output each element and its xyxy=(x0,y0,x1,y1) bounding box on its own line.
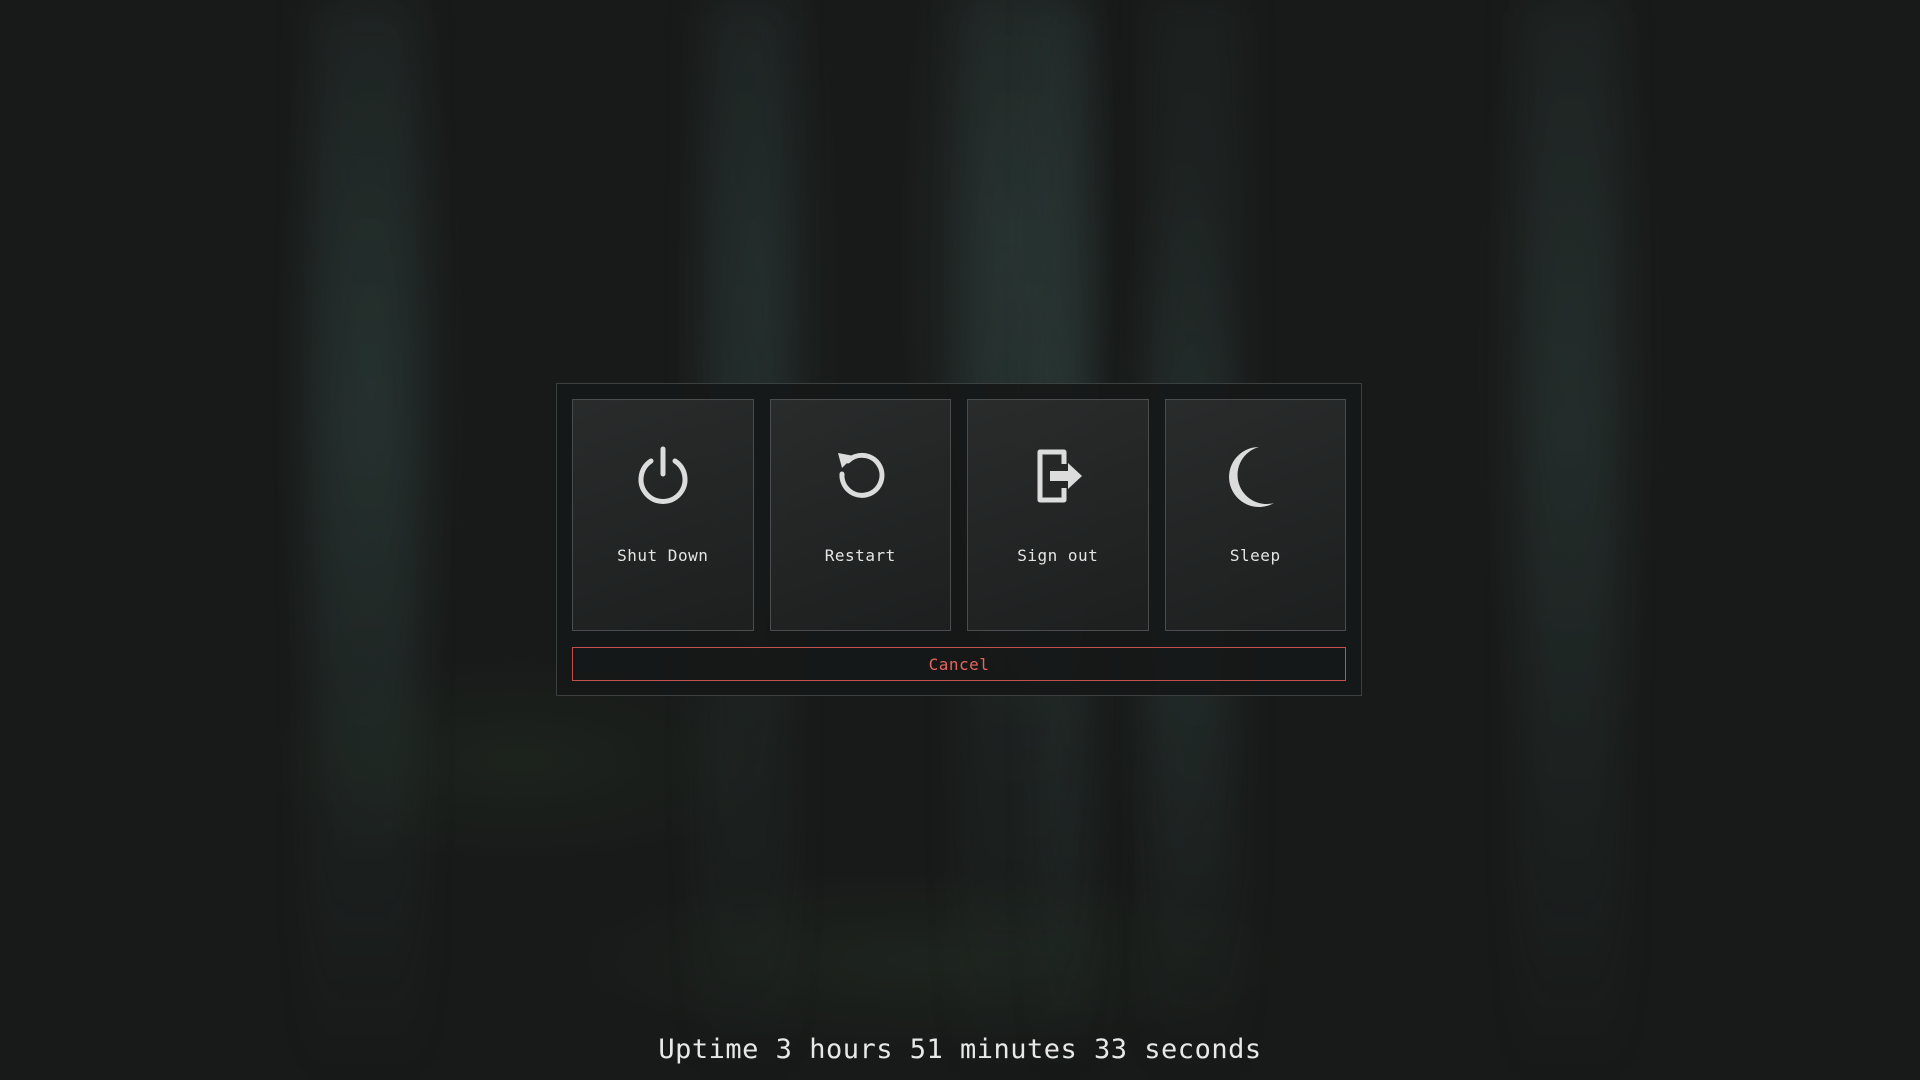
moon-icon xyxy=(1223,444,1287,508)
shut-down-label: Shut Down xyxy=(617,546,709,565)
sign-out-label: Sign out xyxy=(1017,546,1099,565)
power-dialog: Shut Down Restart Sign out Sleep Cancel xyxy=(556,383,1362,696)
power-options: Shut Down Restart Sign out Sleep xyxy=(572,399,1346,631)
restart-icon xyxy=(828,444,892,508)
cancel-button[interactable]: Cancel xyxy=(572,647,1346,681)
restart-label: Restart xyxy=(824,546,896,565)
power-icon xyxy=(631,444,695,508)
uptime-text: Uptime 3 hours 51 minutes 33 seconds xyxy=(658,1034,1262,1065)
shut-down-button[interactable]: Shut Down xyxy=(572,399,754,631)
sign-out-button[interactable]: Sign out xyxy=(967,399,1149,631)
restart-button[interactable]: Restart xyxy=(769,399,951,631)
sign-out-icon xyxy=(1026,444,1090,508)
sleep-button[interactable]: Sleep xyxy=(1164,399,1346,631)
sleep-label: Sleep xyxy=(1229,546,1281,565)
